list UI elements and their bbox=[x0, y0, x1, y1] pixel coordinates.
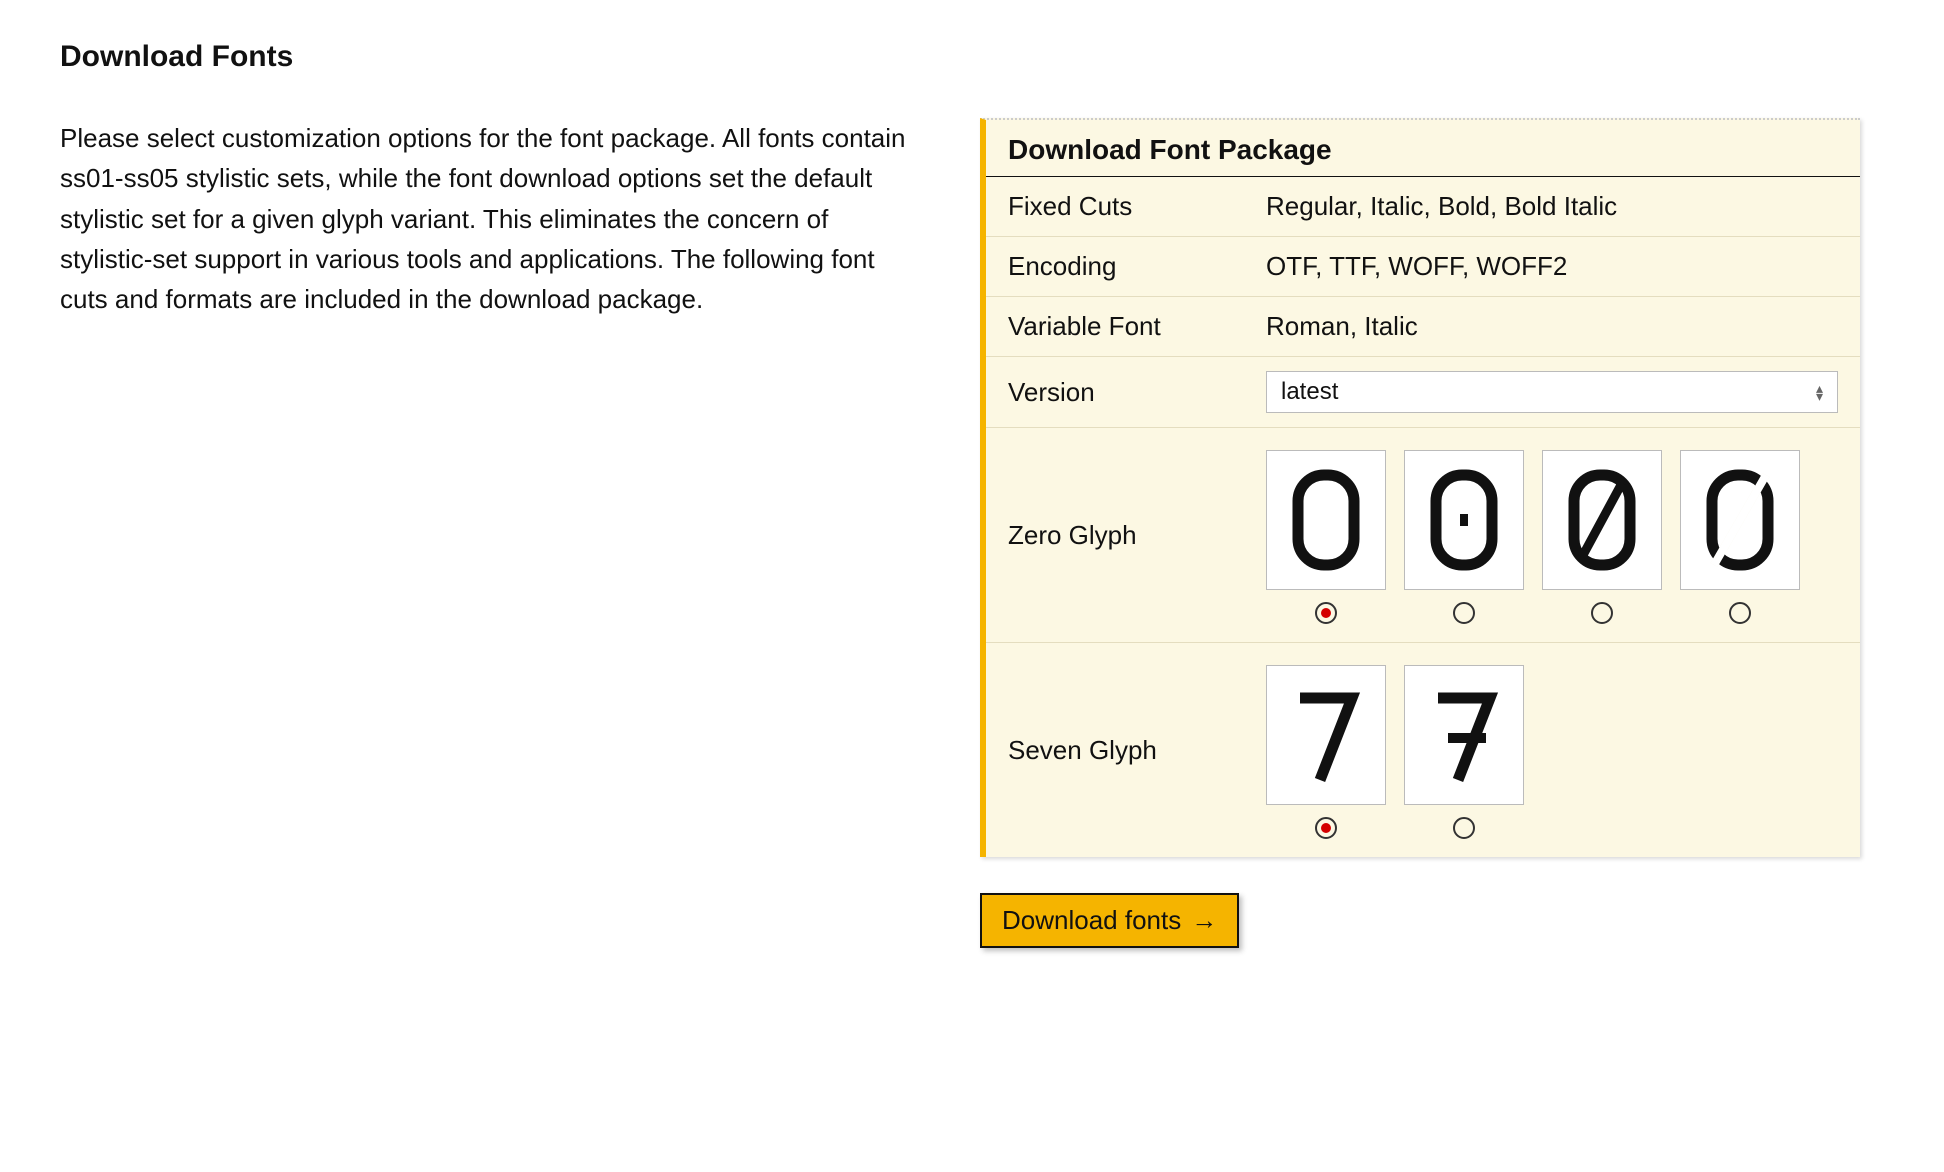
zero-glyph-radio-3[interactable] bbox=[1591, 602, 1613, 624]
right-column: Download Font Package Fixed Cuts Regular… bbox=[980, 118, 1860, 948]
seven-glyph-option-2[interactable] bbox=[1404, 665, 1524, 839]
zero-glyph-option-4[interactable] bbox=[1680, 450, 1800, 624]
zero-glyph-plain-icon bbox=[1266, 450, 1386, 590]
seven-glyph-radio-1[interactable] bbox=[1315, 817, 1337, 839]
panel-title: Download Font Package bbox=[986, 120, 1860, 177]
seven-glyph-crossed-icon bbox=[1404, 665, 1524, 805]
intro-text: Please select customization options for … bbox=[60, 118, 920, 319]
zero-glyph-options bbox=[1266, 450, 1838, 624]
seven-glyph-option-1[interactable] bbox=[1266, 665, 1386, 839]
version-selected-value: latest bbox=[1281, 378, 1338, 406]
select-caret-icon: ▴▾ bbox=[1816, 384, 1823, 401]
label-fixed-cuts: Fixed Cuts bbox=[986, 177, 1256, 236]
zero-glyph-dotted-icon bbox=[1404, 450, 1524, 590]
arrow-right-icon: → bbox=[1191, 905, 1217, 936]
zero-glyph-radio-1[interactable] bbox=[1315, 602, 1337, 624]
zero-glyph-option-1[interactable] bbox=[1266, 450, 1386, 624]
row-version: Version latest ▴▾ bbox=[986, 357, 1860, 428]
page-title: Download Fonts bbox=[60, 40, 1884, 74]
seven-glyph-radio-2[interactable] bbox=[1453, 817, 1475, 839]
row-variable-font: Variable Font Roman, Italic bbox=[986, 297, 1860, 357]
label-encoding: Encoding bbox=[986, 237, 1256, 296]
left-column: Please select customization options for … bbox=[60, 118, 920, 319]
row-fixed-cuts: Fixed Cuts Regular, Italic, Bold, Bold I… bbox=[986, 177, 1860, 237]
download-button-label: Download fonts bbox=[1002, 905, 1181, 936]
download-panel: Download Font Package Fixed Cuts Regular… bbox=[980, 118, 1860, 857]
value-fixed-cuts: Regular, Italic, Bold, Bold Italic bbox=[1256, 177, 1860, 236]
label-seven-glyph: Seven Glyph bbox=[986, 721, 1256, 780]
main-content: Please select customization options for … bbox=[60, 118, 1884, 948]
label-zero-glyph: Zero Glyph bbox=[986, 506, 1256, 565]
row-seven-glyph: Seven Glyph bbox=[986, 643, 1860, 857]
zero-glyph-radio-4[interactable] bbox=[1729, 602, 1751, 624]
row-zero-glyph: Zero Glyph bbox=[986, 428, 1860, 643]
seven-glyph-options bbox=[1266, 665, 1838, 839]
seven-glyph-plain-icon bbox=[1266, 665, 1386, 805]
zero-glyph-cut-slash-icon bbox=[1680, 450, 1800, 590]
zero-glyph-option-2[interactable] bbox=[1404, 450, 1524, 624]
version-select[interactable]: latest ▴▾ bbox=[1266, 371, 1838, 413]
download-fonts-button[interactable]: Download fonts → bbox=[980, 893, 1239, 948]
label-version: Version bbox=[986, 363, 1256, 422]
label-variable-font: Variable Font bbox=[986, 297, 1256, 356]
value-variable-font: Roman, Italic bbox=[1256, 297, 1860, 356]
zero-glyph-slashed-icon bbox=[1542, 450, 1662, 590]
row-encoding: Encoding OTF, TTF, WOFF, WOFF2 bbox=[986, 237, 1860, 297]
zero-glyph-radio-2[interactable] bbox=[1453, 602, 1475, 624]
value-encoding: OTF, TTF, WOFF, WOFF2 bbox=[1256, 237, 1860, 296]
zero-glyph-option-3[interactable] bbox=[1542, 450, 1662, 624]
